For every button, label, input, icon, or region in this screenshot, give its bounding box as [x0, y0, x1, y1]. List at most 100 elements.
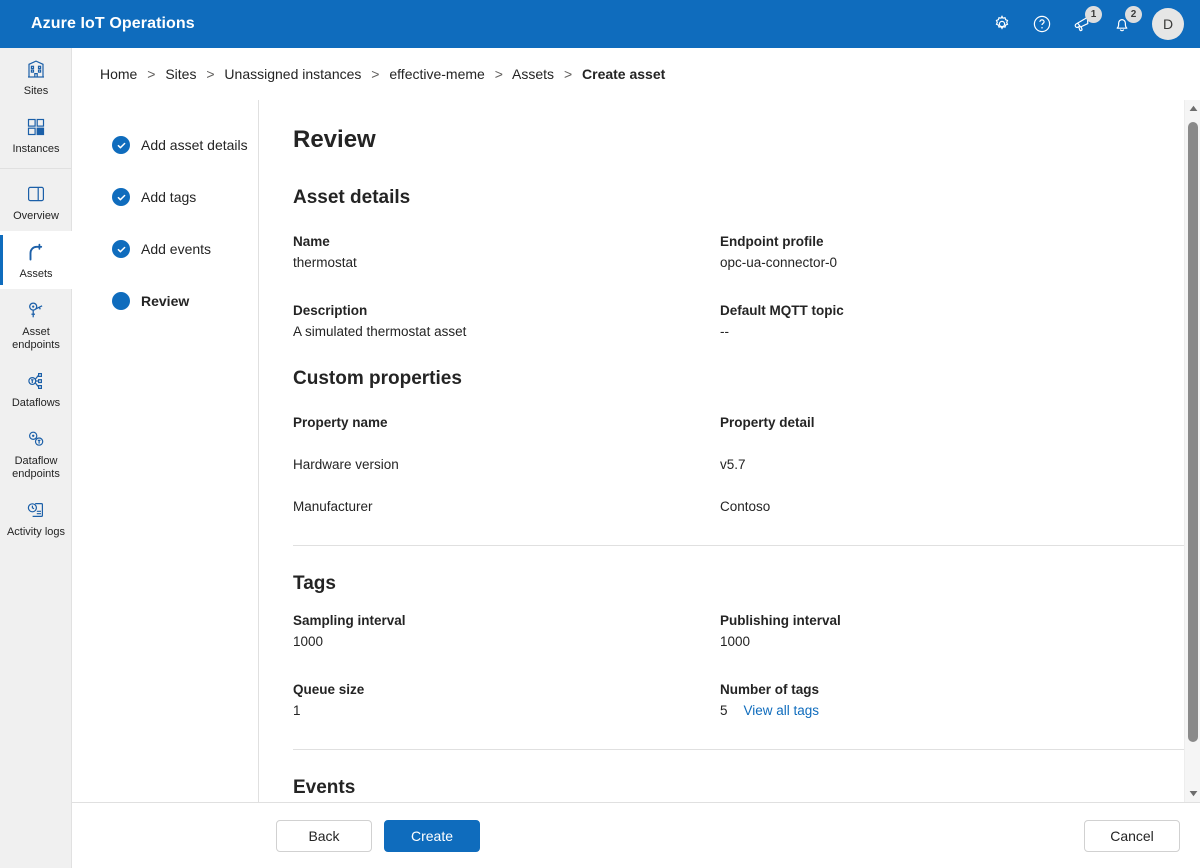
field-label: Number of tags	[720, 682, 820, 697]
wizard-step-review[interactable]: Review	[72, 285, 258, 317]
dataflow-nodes-icon	[24, 369, 48, 393]
help-button[interactable]	[1022, 4, 1062, 44]
back-button[interactable]: Back	[276, 819, 372, 852]
column-header-label: Property name	[293, 415, 388, 430]
number-of-tags-value-row: 5 View all tags	[720, 701, 1147, 720]
breadcrumb-separator: >	[371, 66, 380, 82]
endpoint-key-icon	[24, 298, 48, 322]
tags-heading: Tags	[293, 573, 336, 594]
field-value: 1000	[293, 634, 324, 649]
sidebar-item-label: Assets	[19, 268, 53, 280]
field-label: Sampling interval	[293, 613, 406, 628]
field-default-mqtt-topic: Default MQTT topic --	[720, 301, 1147, 341]
section-divider	[293, 545, 1184, 546]
cell-property-name: Hardware version	[293, 453, 720, 474]
sidebar-item-label: Dataflows	[11, 397, 61, 409]
field-sampling-interval: Sampling interval 1000	[293, 611, 720, 651]
cancel-button[interactable]: Cancel	[1084, 819, 1180, 852]
custom-properties-heading: Custom properties	[293, 368, 462, 389]
custom-properties-header-row: Property name Property detail	[293, 413, 1152, 432]
breadcrumb-item-unassigned-instances[interactable]: Unassigned instances	[224, 66, 361, 82]
events-heading: Events	[293, 777, 356, 798]
asset-details-heading: Asset details	[293, 187, 411, 208]
create-button[interactable]: Create	[384, 819, 480, 852]
panel-icon	[24, 182, 48, 206]
wizard-step-add-tags[interactable]: Add tags	[72, 181, 258, 213]
announcements-button[interactable]: 1	[1062, 4, 1102, 44]
field-number-of-tags: Number of tags 5 View all tags	[720, 680, 1147, 720]
cell-property-name: Manufacturer	[293, 495, 720, 516]
wizard-step-add-events[interactable]: Add events	[72, 233, 258, 265]
notifications-button[interactable]: 2	[1102, 4, 1142, 44]
sidebar-item-label: Instances	[12, 143, 60, 155]
field-value: 1	[293, 703, 301, 718]
wizard-step-label: Review	[141, 293, 190, 309]
sidebar-item-activity-logs[interactable]: Activity logs	[0, 489, 72, 547]
page-title: Review	[293, 126, 376, 153]
footer-primary-actions: Back Create	[276, 819, 480, 852]
sidebar-item-asset-endpoints[interactable]: Asset endpoints	[0, 289, 72, 360]
breadcrumb-separator: >	[147, 66, 156, 82]
breadcrumb-item-effective-meme[interactable]: effective-meme	[389, 66, 484, 82]
sidebar-item-instances[interactable]: Instances	[0, 106, 72, 164]
sidebar-item-sites[interactable]: Sites	[0, 48, 72, 106]
sidebar-item-overview[interactable]: Overview	[0, 173, 72, 231]
wizard-step-label: Add tags	[141, 189, 197, 205]
grid-squares-icon	[24, 115, 48, 139]
breadcrumb: Home > Sites > Unassigned instances > ef…	[100, 66, 665, 82]
review-content: Review Asset details Name thermostat End…	[259, 100, 1184, 802]
scroll-up-arrow[interactable]	[1185, 100, 1200, 117]
cell-value: Manufacturer	[293, 499, 373, 514]
sidebar-divider	[0, 168, 71, 169]
breadcrumb-item-create-asset: Create asset	[582, 66, 666, 82]
cell-value: v5.7	[720, 457, 746, 472]
wizard-step-label: Add asset details	[141, 137, 248, 153]
field-label: Name	[293, 234, 330, 249]
table-row: Manufacturer Contoso	[293, 495, 1152, 516]
sidebar-footer-filler	[0, 802, 72, 868]
settings-button[interactable]	[982, 4, 1022, 44]
column-header-property-name: Property name	[293, 413, 720, 432]
section-divider	[293, 749, 1184, 750]
activity-log-icon	[24, 498, 48, 522]
breadcrumb-item-home[interactable]: Home	[100, 66, 137, 82]
sidebar-item-assets[interactable]: Assets	[0, 231, 72, 289]
field-label: Endpoint profile	[720, 234, 824, 249]
cell-value: Contoso	[720, 499, 771, 514]
field-queue-size: Queue size 1	[293, 680, 720, 720]
tags-row-2: Queue size 1 Number of tags 5 View all t…	[293, 680, 1152, 720]
column-header-label: Property detail	[720, 415, 815, 430]
dataflow-endpoint-icon	[24, 427, 48, 451]
wizard-step-add-asset-details[interactable]: Add asset details	[72, 129, 258, 161]
sidebar-item-dataflows[interactable]: Dataflows	[0, 360, 72, 418]
check-circle-icon	[112, 188, 130, 206]
asset-details-row-2: Description A simulated thermostat asset…	[293, 301, 1152, 341]
field-value: 5	[720, 703, 728, 718]
scrollbar-thumb[interactable]	[1188, 122, 1198, 742]
check-circle-icon	[112, 136, 130, 154]
sidebar-item-dataflow-endpoints[interactable]: Dataflow endpoints	[0, 418, 72, 489]
content-scrollbar[interactable]	[1184, 100, 1200, 802]
robot-arm-icon	[24, 240, 48, 264]
field-publishing-interval: Publishing interval 1000	[720, 611, 1147, 651]
asset-details-row-1: Name thermostat Endpoint profile opc-ua-…	[293, 232, 1152, 272]
field-name: Name thermostat	[293, 232, 720, 272]
wizard-steps: Add asset details Add tags Add events Re…	[72, 100, 259, 802]
breadcrumb-item-assets[interactable]: Assets	[512, 66, 554, 82]
avatar[interactable]: D	[1152, 8, 1184, 40]
tags-row-1: Sampling interval 1000 Publishing interv…	[293, 611, 1152, 651]
breadcrumb-separator: >	[494, 66, 503, 82]
sidebar-nav: Sites Instances Overview Assets Asset en…	[0, 48, 72, 868]
field-label: Default MQTT topic	[720, 303, 844, 318]
field-value: 1000	[720, 634, 751, 649]
building-icon	[24, 57, 48, 81]
field-value: thermostat	[293, 255, 357, 270]
view-all-tags-link[interactable]: View all tags	[744, 701, 820, 720]
wizard-step-label: Add events	[141, 241, 212, 257]
scroll-down-arrow[interactable]	[1185, 785, 1200, 802]
breadcrumb-item-sites[interactable]: Sites	[165, 66, 196, 82]
breadcrumb-separator: >	[206, 66, 215, 82]
field-label: Description	[293, 303, 368, 318]
field-label: Queue size	[293, 682, 365, 697]
